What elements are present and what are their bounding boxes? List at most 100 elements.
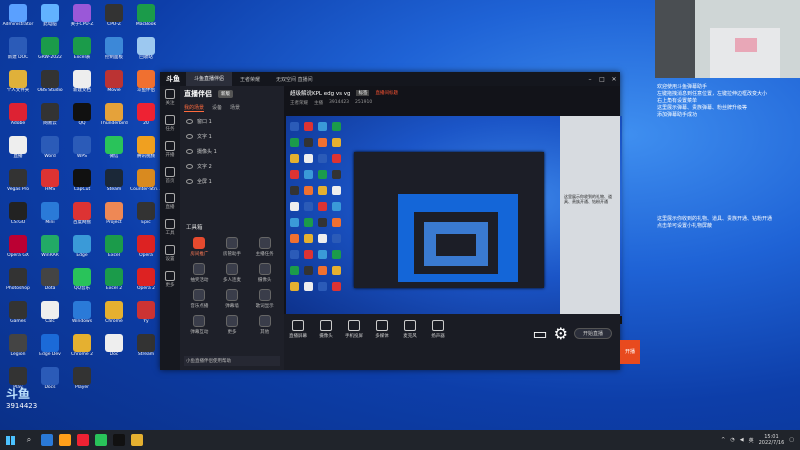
tool-lottery[interactable]: 抽奖活动 xyxy=(184,263,215,283)
desktop-icon[interactable]: Player xyxy=(66,367,98,399)
desktop-icon[interactable]: CS:GO xyxy=(2,202,34,234)
rail-item-task[interactable]: 任务 xyxy=(160,112,180,138)
desktop-icon[interactable]: Photoshop xyxy=(2,268,34,300)
tool-lyrics[interactable]: 歌词显示 xyxy=(249,289,280,309)
help-notice[interactable]: 小鱼直播伴侣使用帮助 xyxy=(184,356,280,366)
chevron-up-icon[interactable]: ^ xyxy=(721,437,725,443)
start-button[interactable] xyxy=(0,430,20,450)
desktop-icon[interactable]: Vegas Pro xyxy=(2,169,34,201)
desktop-icon[interactable]: 回收站 xyxy=(130,37,162,69)
desktop-icon[interactable]: 百度网盘 xyxy=(66,202,98,234)
desktop-icon[interactable]: Edge xyxy=(66,235,98,267)
desktop-icon[interactable]: 微信 xyxy=(98,136,130,168)
rail-item-home[interactable]: 首页 xyxy=(160,164,180,190)
desktop-icon[interactable]: Opera xyxy=(130,235,162,267)
desktop-icon[interactable]: 腾讯视频 xyxy=(130,136,162,168)
rail-item-stream[interactable]: 直播 xyxy=(160,190,180,216)
start-live-button[interactable]: 开始直播 xyxy=(573,328,612,339)
desktop-icon[interactable]: WPS xyxy=(66,136,98,168)
eye-icon[interactable] xyxy=(186,119,193,124)
desktop-icon[interactable]: 新建 DOC xyxy=(2,37,34,69)
rail-item-settings[interactable]: 设置 xyxy=(160,242,180,268)
media-button[interactable]: 多媒体 xyxy=(368,318,396,339)
orange-side-tab[interactable]: 开播 xyxy=(620,340,640,364)
speaker-button[interactable]: 扬声器 xyxy=(424,318,452,339)
tool-interact[interactable]: 弹幕互动 xyxy=(184,315,215,335)
taskbar-app-icon[interactable] xyxy=(95,434,107,446)
eye-icon[interactable] xyxy=(186,134,193,139)
desktop-icon[interactable]: MacBook xyxy=(130,4,162,36)
taskbar-app-icon[interactable] xyxy=(113,434,125,446)
window-tab-1[interactable]: 斗鱼直播伴侣 xyxy=(186,72,233,86)
desktop-icon[interactable]: OBS Studio xyxy=(34,70,66,102)
taskbar-app-icon[interactable] xyxy=(77,434,89,446)
desktop-icon[interactable]: Edge Dev xyxy=(34,334,66,366)
desktop-icon[interactable]: Word xyxy=(34,136,66,168)
desktop-icon[interactable]: Calc xyxy=(34,301,66,333)
desktop-icon[interactable]: Opera GX xyxy=(2,235,34,267)
desktop-icon[interactable]: Mini xyxy=(34,202,66,234)
rail-item-more[interactable]: 更多 xyxy=(160,268,180,294)
version-badge[interactable]: 新版 xyxy=(218,90,233,98)
window-tab-2[interactable]: 王者荣耀 xyxy=(232,76,268,83)
network-icon[interactable]: ◔ xyxy=(730,437,734,443)
desktop-icon[interactable]: Games xyxy=(2,301,34,333)
tab-layouts[interactable]: 场景 xyxy=(230,104,240,112)
desktop-icon[interactable]: Yy xyxy=(130,301,162,333)
taskbar-app-icon[interactable] xyxy=(59,434,71,446)
desktop-icon[interactable]: 20 xyxy=(130,103,162,135)
clock[interactable]: 15:01 2022/7/16 xyxy=(759,434,785,446)
tool-other[interactable]: 其他 xyxy=(249,315,280,335)
desktop-icon[interactable]: Epic xyxy=(130,202,162,234)
desktop-icon[interactable]: Windows xyxy=(66,301,98,333)
tool-room-admin[interactable]: 房管助手 xyxy=(217,237,248,257)
desktop-icon[interactable]: Legion xyxy=(2,334,34,366)
desktop-icon[interactable]: 个人文件夹 xyxy=(2,70,34,102)
desktop-icon[interactable]: Excel表 xyxy=(66,37,98,69)
desktop-icon[interactable]: QQ xyxy=(66,103,98,135)
microphone-button[interactable]: 麦克风 xyxy=(396,318,424,339)
desktop-icon[interactable]: CapCut xyxy=(66,169,98,201)
language-indicator[interactable]: 英 xyxy=(749,437,754,444)
volume-icon[interactable]: ◀ xyxy=(740,437,744,443)
desktop-icon[interactable]: 此电脑 xyxy=(34,4,66,36)
tool-streamer-task[interactable]: 主播任务 xyxy=(249,237,280,257)
taskbar-app-icon[interactable] xyxy=(41,434,53,446)
desktop-icon[interactable]: Adobe xyxy=(2,103,34,135)
stream-title[interactable]: 超级解说KPL edg vs vg xyxy=(290,89,350,97)
rail-item-live[interactable]: 开播 xyxy=(160,138,180,164)
rail-item-tools[interactable]: 工具 xyxy=(160,216,180,242)
desktop-icon[interactable]: Chrome 2 xyxy=(66,334,98,366)
notification-icon[interactable]: ▢ xyxy=(789,437,794,443)
screen-capture-button[interactable]: 直播屏幕 xyxy=(284,318,312,339)
minimize-icon[interactable]: – xyxy=(584,76,596,83)
scene-item[interactable]: 全屏 1 xyxy=(180,174,284,189)
camera-button[interactable]: 摄像头 xyxy=(312,318,340,339)
taskbar-app-icon[interactable] xyxy=(131,434,143,446)
desktop-icon[interactable]: Excel 2 xyxy=(98,268,130,300)
desktop-icon[interactable]: Thunderbird xyxy=(98,103,130,135)
desktop-icon[interactable]: Stream xyxy=(130,334,162,366)
desktop-icon[interactable]: Doc xyxy=(98,334,130,366)
stream-tag[interactable]: 标签 xyxy=(356,90,370,96)
desktop-icon[interactable]: Project xyxy=(98,202,130,234)
tool-room-promo[interactable]: 房间推广 xyxy=(184,237,215,257)
desktop-icon[interactable]: 关于CPU-Z xyxy=(66,4,98,36)
desktop-icon[interactable]: 网易云 xyxy=(34,103,66,135)
phone-cast-button[interactable]: 手机投屏 xyxy=(340,318,368,339)
tool-danmu-wall[interactable]: 弹幕墙 xyxy=(217,289,248,309)
desktop-icon[interactable]: Excel xyxy=(98,235,130,267)
tab-devices[interactable]: 设备 xyxy=(212,104,222,112)
record-icon[interactable]: ▭ xyxy=(533,324,548,343)
tab-scenes[interactable]: 我的场景 xyxy=(184,104,205,112)
desktop-icon[interactable]: CPU-Z xyxy=(98,4,130,36)
desktop-icon[interactable]: Dota xyxy=(34,268,66,300)
gear-icon[interactable]: ⚙ xyxy=(554,324,568,343)
scene-item[interactable]: 文字 2 xyxy=(180,159,284,174)
close-icon[interactable]: ✕ xyxy=(608,76,620,83)
desktop-icon[interactable]: Movie xyxy=(98,70,130,102)
desktop-icon[interactable]: GRW-2022 xyxy=(34,37,66,69)
tool-more[interactable]: 更多 xyxy=(217,315,248,335)
desktop-icon[interactable]: 新建文档 xyxy=(66,70,98,102)
desktop-icon[interactable]: QQ音乐 xyxy=(66,268,98,300)
